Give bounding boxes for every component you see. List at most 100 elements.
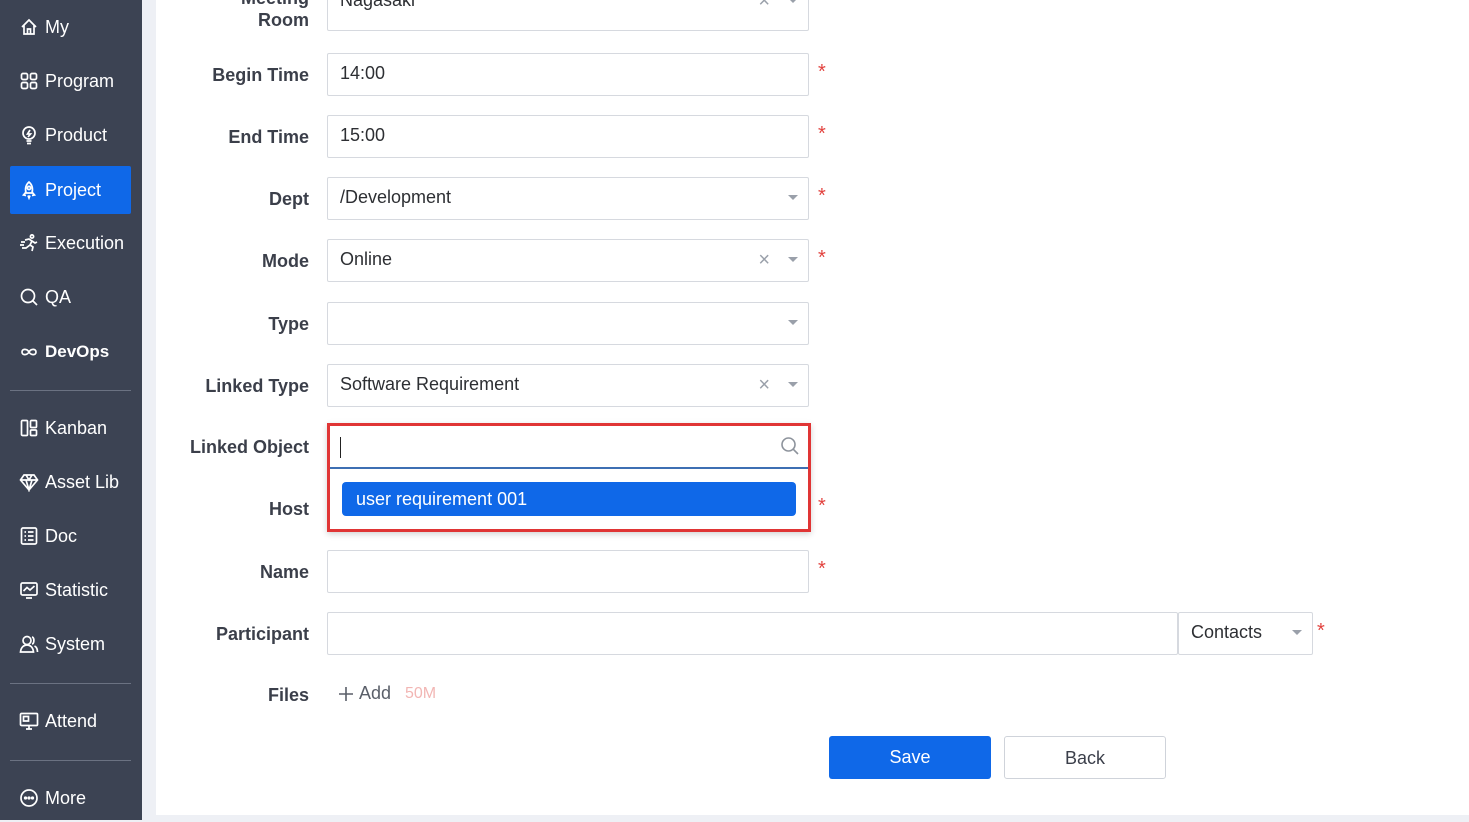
doc-icon (18, 525, 40, 547)
chevron-down-icon[interactable] (788, 382, 798, 387)
search-icon (781, 437, 799, 455)
nav-label: Attend (45, 710, 98, 731)
chart-icon (18, 579, 40, 601)
nav-item-asset-lib[interactable]: Asset Lib (10, 458, 131, 506)
bulb-icon (18, 124, 40, 146)
meeting-room-label-line1: Meeting (139, 0, 309, 9)
row-files: Files Add 50M (156, 673, 1469, 717)
dept-select[interactable]: /Development (327, 177, 809, 220)
end-time-value: 15:00 (340, 125, 386, 145)
name-label: Name (259, 562, 309, 582)
nav-item-program[interactable]: Program (10, 57, 131, 105)
nav-label: Doc (45, 525, 78, 546)
nav-label: Product (45, 124, 108, 145)
save-button[interactable]: Save (829, 736, 991, 779)
more-icon (18, 787, 40, 809)
plus-icon (339, 686, 353, 701)
users-icon (18, 633, 40, 655)
nav-item-more[interactable]: More (10, 774, 131, 822)
meeting-room-select[interactable]: Nagasaki × (327, 0, 809, 31)
chevron-down-icon[interactable] (788, 320, 798, 325)
linked-object-option[interactable]: user requirement 001 (342, 482, 796, 516)
end-time-input[interactable]: 15:00 (327, 115, 809, 158)
add-file-label: Add (359, 683, 392, 703)
form-panel: Meeting Room Nagasaki × Begin Time 14:00… (156, 0, 1469, 815)
chevron-down-icon[interactable] (788, 195, 798, 200)
end-time-label: End Time (228, 127, 309, 147)
home-icon (18, 16, 40, 38)
back-button[interactable]: Back (1004, 736, 1166, 779)
magnifier-icon (18, 286, 40, 308)
clear-icon[interactable]: × (758, 365, 770, 406)
nav-divider (10, 760, 131, 761)
linked-object-dropdown[interactable]: user requirement 001 (327, 423, 811, 532)
required-mark: * (818, 123, 826, 145)
nav-item-system[interactable]: System (10, 620, 131, 668)
kanban-icon (18, 417, 40, 439)
type-select[interactable] (327, 302, 809, 345)
rocket-icon (18, 179, 40, 201)
sidebar: My Program Product Project Execution QA … (0, 0, 142, 820)
files-label: Files (267, 685, 309, 705)
begin-time-input[interactable]: 14:00 (327, 53, 809, 96)
required-mark: * (1317, 620, 1325, 642)
row-end-time: End Time 15:00 * (156, 115, 1469, 159)
mode-select[interactable]: Online × (327, 239, 809, 282)
type-label: Type (268, 314, 309, 334)
nav-label: Project (45, 179, 102, 200)
row-name: Name * (156, 550, 1469, 594)
nav-item-my[interactable]: My (10, 3, 131, 51)
nav-label: My (45, 16, 69, 37)
attend-icon (18, 710, 40, 732)
nav-label: More (45, 787, 87, 808)
nav-divider (10, 390, 131, 391)
nav-item-devops[interactable]: DevOps (10, 328, 131, 376)
nav-item-doc[interactable]: Doc (10, 512, 131, 560)
nav-item-execution[interactable]: Execution (10, 219, 131, 267)
diamond-icon (18, 471, 40, 493)
nav-item-kanban[interactable]: Kanban (10, 404, 131, 452)
mode-label: Mode (262, 251, 309, 271)
add-file-button[interactable]: Add (338, 683, 391, 704)
required-mark: * (818, 247, 826, 269)
nav-item-qa[interactable]: QA (10, 273, 131, 321)
nav-label: Statistic (45, 579, 109, 600)
nav-item-project[interactable]: Project (10, 166, 131, 214)
clear-icon[interactable]: × (758, 0, 770, 23)
begin-time-label: Begin Time (212, 65, 309, 85)
required-mark: * (818, 495, 826, 517)
nav-divider (10, 683, 131, 684)
row-dept: Dept /Development * (156, 177, 1469, 221)
required-mark: * (818, 558, 826, 580)
dept-value: /Development (340, 187, 452, 207)
row-linked-type: Linked Type Software Requirement × (156, 364, 1469, 408)
nav-label: Kanban (45, 417, 108, 438)
run-icon (18, 232, 40, 254)
name-input[interactable] (327, 550, 809, 593)
nav-label: System (45, 633, 106, 654)
required-mark: * (818, 61, 826, 83)
nav-item-product[interactable]: Product (10, 111, 131, 159)
nav-label: Asset Lib (45, 471, 120, 492)
meeting-room-label-line2: Room (258, 10, 309, 30)
row-mode: Mode Online × * (156, 239, 1469, 283)
grid-icon (18, 70, 40, 92)
meeting-room-value: Nagasaki (340, 0, 416, 10)
clear-icon[interactable]: × (758, 240, 770, 281)
contacts-select[interactable]: Contacts (1178, 612, 1313, 655)
contacts-label: Contacts (1191, 622, 1263, 642)
participant-label: Participant (215, 624, 309, 644)
chevron-down-icon[interactable] (788, 0, 798, 3)
row-begin-time: Begin Time 14:00 * (156, 53, 1469, 97)
required-mark: * (818, 185, 826, 207)
mode-value: Online (340, 249, 393, 269)
linked-type-select[interactable]: Software Requirement × (327, 364, 809, 407)
chevron-down-icon[interactable] (788, 257, 798, 262)
linked-object-search-input[interactable] (330, 426, 808, 469)
nav-label: Program (45, 70, 115, 91)
nav-item-attend[interactable]: Attend (10, 697, 131, 745)
file-size-limit: 50M (405, 685, 437, 702)
participant-input[interactable] (327, 612, 1178, 655)
chevron-down-icon[interactable] (1292, 630, 1302, 635)
nav-item-statistic[interactable]: Statistic (10, 566, 131, 614)
